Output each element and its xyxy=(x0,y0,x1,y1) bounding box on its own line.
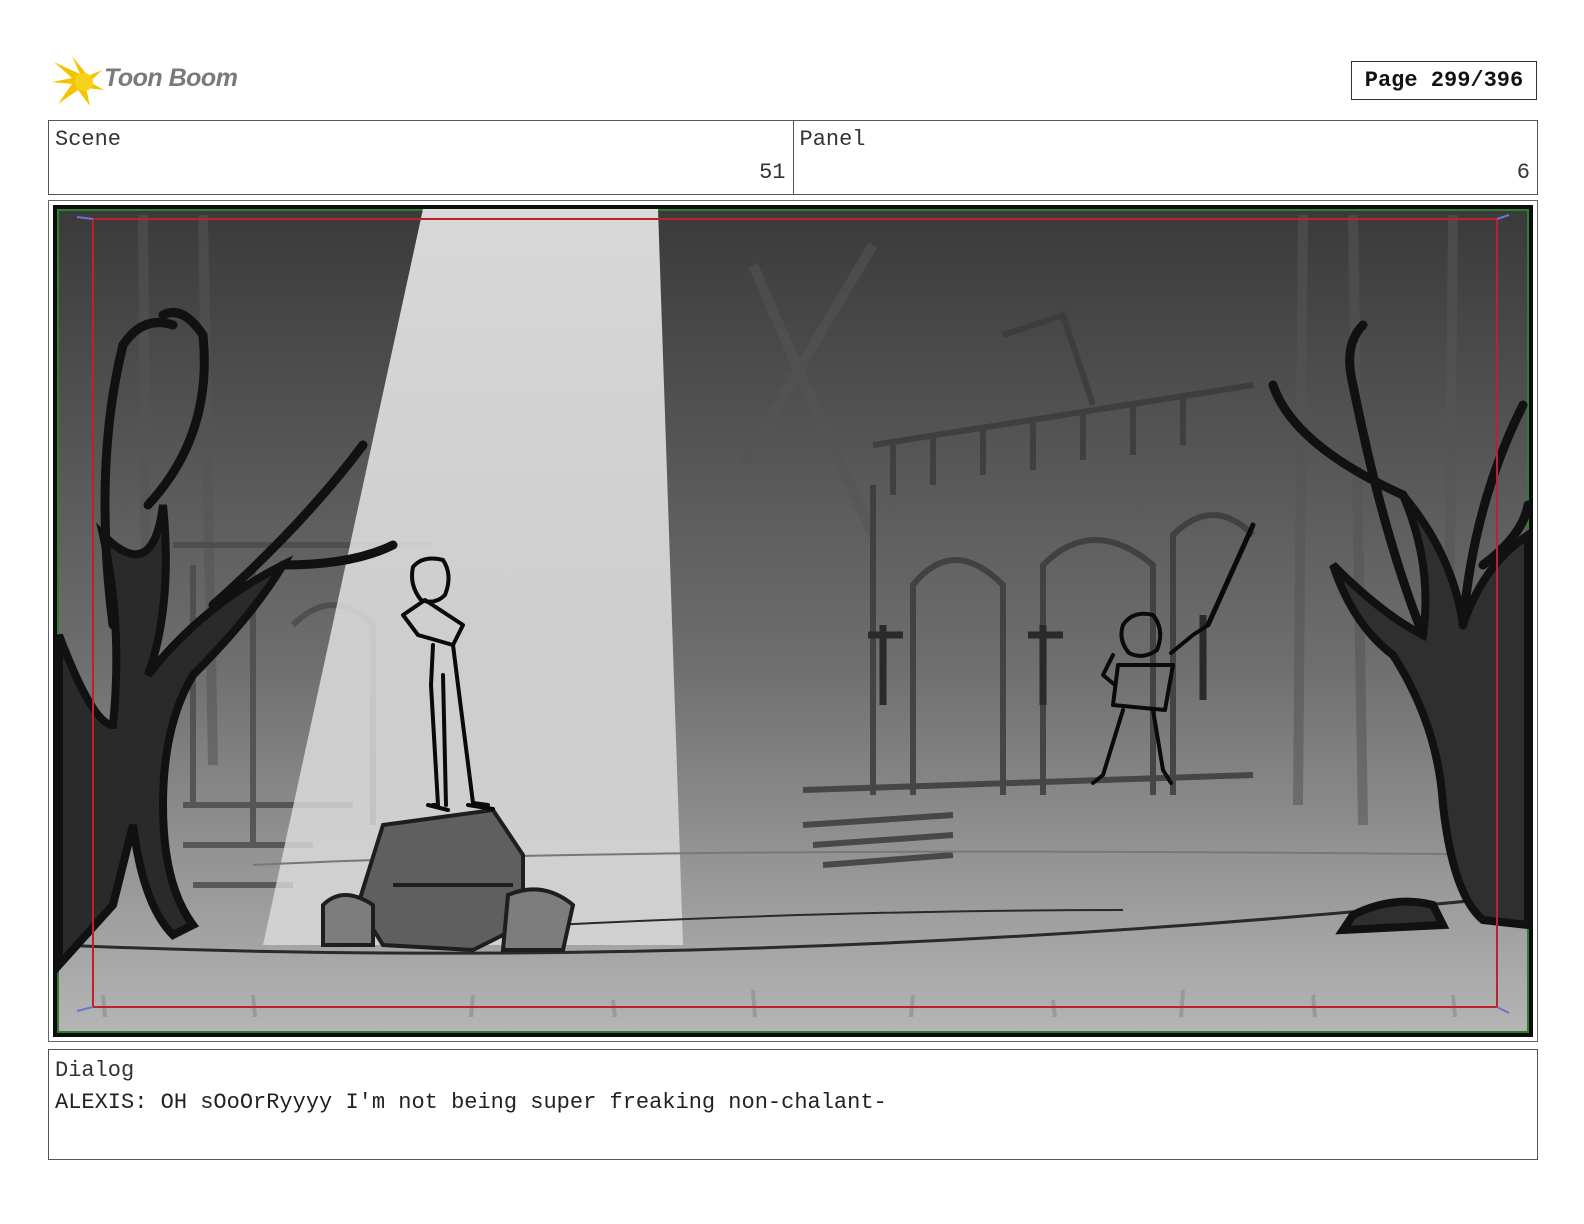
starburst-icon xyxy=(52,56,104,106)
storyboard-panel xyxy=(48,200,1538,1042)
logo-text: Toon Boom xyxy=(104,64,238,92)
scene-cell: Scene 51 xyxy=(49,121,793,194)
scene-label: Scene xyxy=(55,127,122,152)
panel-label: Panel xyxy=(799,127,866,152)
storyboard-drawing xyxy=(53,205,1533,1037)
scene-number: 51 xyxy=(759,160,786,185)
scene-panel-header: Scene 51 Panel 6 xyxy=(48,120,1538,195)
dialog-text: ALEXIS: OH sOoOrRyyyy I'm not being supe… xyxy=(55,1090,887,1115)
panel-cell: Panel 6 xyxy=(792,121,1538,194)
panel-number: 6 xyxy=(1516,160,1530,185)
page-number: Page 299/396 xyxy=(1351,61,1537,100)
toon-boom-logo: Toon Boom xyxy=(50,54,250,108)
dialog-label: Dialog xyxy=(55,1058,135,1083)
dialog-box: Dialog ALEXIS: OH sOoOrRyyyy I'm not bei… xyxy=(48,1049,1538,1160)
